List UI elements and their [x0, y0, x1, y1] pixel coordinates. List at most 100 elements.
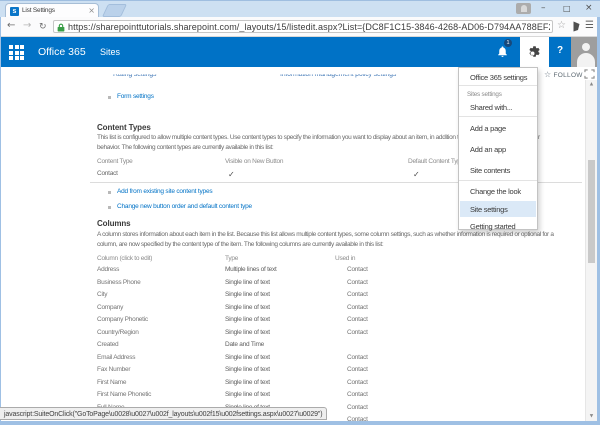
menu-item-add-an-app[interactable]: Add an app [470, 145, 506, 154]
avatar[interactable] [571, 37, 600, 67]
tab-close-icon[interactable]: × [88, 6, 95, 16]
page-scrollbar[interactable]: ▲ ▼ [585, 80, 597, 421]
table-row: CitySingle line of textContact [97, 291, 586, 302]
column-header: Visible on New Button [225, 158, 283, 165]
url-text: https://sharepointtutorials.sharepoint.c… [68, 22, 550, 32]
content-type-name[interactable]: Contact [97, 170, 118, 177]
content-types-heading: Content Types [97, 123, 151, 132]
column-header: Used in [335, 255, 355, 262]
change-new-button-order-link[interactable]: Change new button order and default cont… [117, 203, 252, 210]
bullet-icon [108, 96, 111, 99]
add-content-types-link[interactable]: Add from existing site content types [117, 188, 212, 195]
browser-window: s List Settings × – □ × ← → ↻ https://sh… [0, 0, 600, 425]
menu-item-getting-started[interactable]: Getting started [470, 222, 515, 231]
lock-icon [57, 23, 65, 32]
column-name-link[interactable]: Created [97, 341, 118, 348]
menu-item-office365-settings[interactable]: Office 365 settings [470, 73, 527, 82]
window-border [0, 421, 600, 425]
columns-header-row: Column (click to edit) Type Used in [97, 255, 586, 266]
menu-section-header: Sites settings [467, 91, 502, 98]
menu-divider [459, 85, 537, 86]
table-row: AddressMultiple lines of textContact [97, 266, 586, 277]
column-name-link[interactable]: Company Phonetic [97, 316, 148, 323]
content-types-description-line2: behavior. The following content types ar… [97, 144, 273, 151]
window-border [0, 17, 1, 425]
gear-icon [528, 45, 541, 58]
reload-icon[interactable]: ↻ [39, 21, 47, 33]
menu-item-add-a-page[interactable]: Add a page [470, 124, 506, 133]
browser-toolbar: ← → ↻ https://sharepointtutorials.sharep… [0, 17, 600, 37]
columns-description-line1: A column stores information about each i… [97, 231, 554, 238]
table-row: Company PhoneticSingle line of textConta… [97, 316, 586, 327]
column-name-link[interactable]: Email Address [97, 354, 135, 361]
table-row: Email AddressSingle line of textContact [97, 354, 586, 365]
menu-item-change-the-look[interactable]: Change the look [470, 187, 521, 196]
suite-bar: Office 365 Sites 1 ? [0, 37, 600, 67]
browser-tab[interactable]: s List Settings × [5, 3, 99, 18]
back-icon[interactable]: ← [7, 20, 15, 32]
scrollbar-thumb[interactable] [588, 160, 595, 263]
title-bar: s List Settings × – □ × [0, 0, 600, 17]
help-button[interactable]: ? [552, 45, 568, 56]
sites-nav-link[interactable]: Sites [100, 47, 120, 57]
column-name-link[interactable]: Country/Region [97, 329, 139, 336]
status-bar: javascript:SuiteOnClick("GoToPage\u0028\… [0, 407, 327, 420]
columns-heading: Columns [97, 219, 131, 228]
column-name-link[interactable]: Fax Number [97, 366, 130, 373]
bullet-icon [108, 206, 111, 209]
form-settings-link[interactable]: Form settings [117, 93, 154, 100]
menu-divider [459, 116, 537, 117]
chrome-profile-button[interactable] [516, 3, 531, 14]
column-name-link[interactable]: First Name Phonetic [97, 391, 151, 398]
column-name-link[interactable]: First Name [97, 379, 126, 386]
follow-star-icon: ☆ [544, 70, 551, 79]
address-bar[interactable]: https://sharepointtutorials.sharepoint.c… [53, 20, 553, 33]
table-row: Fax NumberSingle line of textContact [97, 366, 586, 377]
checkmark-icon: ✓ [228, 170, 234, 179]
extension-icon[interactable] [572, 21, 581, 32]
table-row: First NameSingle line of textContact [97, 379, 586, 390]
menu-divider [459, 180, 537, 181]
office365-brand-link[interactable]: Office 365 [38, 46, 86, 58]
new-tab-button[interactable] [102, 4, 127, 17]
focus-mode-icon[interactable] [584, 69, 595, 79]
tab-title: List Settings [22, 7, 55, 14]
scroll-down-icon[interactable]: ▼ [586, 414, 597, 419]
menu-item-site-contents[interactable]: Site contents [470, 166, 510, 175]
column-header: Content Type [97, 158, 133, 165]
menu-item-site-settings[interactable]: Site settings [470, 205, 508, 214]
person-icon [582, 43, 590, 51]
table-row: CompanySingle line of textContact [97, 304, 586, 315]
app-launcher-icon[interactable] [9, 45, 24, 60]
maximize-button[interactable]: □ [563, 2, 571, 15]
column-header: Type [225, 255, 238, 262]
column-header: Default Content Type [408, 158, 464, 165]
column-name-link[interactable]: City [97, 291, 107, 298]
table-row: CreatedDate and Time [97, 341, 586, 352]
table-row: First Name PhoneticSingle line of textCo… [97, 391, 586, 402]
column-name-link[interactable]: Business Phone [97, 279, 140, 286]
columns-description-line2: column, are now specified by the content… [97, 241, 383, 248]
close-button[interactable]: × [585, 2, 593, 15]
column-header: Column (click to edit) [97, 255, 152, 262]
bullet-icon [108, 191, 111, 194]
person-icon [521, 5, 527, 12]
info-mgmt-policy-settings-link[interactable]: Information management policy settings [280, 71, 396, 78]
table-row: Business PhoneSingle line of textContact [97, 279, 586, 290]
rating-settings-link[interactable]: Rating settings [113, 71, 156, 78]
bookmark-star-icon[interactable]: ☆ [557, 20, 566, 32]
column-name-link[interactable]: Company [97, 304, 123, 311]
notification-badge: 1 [504, 39, 512, 47]
minimize-button[interactable]: – [541, 2, 546, 15]
settings-gear-button[interactable] [520, 37, 549, 67]
settings-menu: Office 365 settings Sites settings Share… [458, 67, 538, 230]
column-name-link[interactable]: Address [97, 266, 119, 273]
table-row: Country/RegionSingle line of textContact [97, 329, 586, 340]
menu-item-shared-with[interactable]: Shared with... [470, 103, 512, 112]
chrome-menu-icon[interactable]: ☰ [585, 20, 594, 32]
follow-button[interactable]: ☆FOLLOW [544, 70, 583, 79]
sharepoint-favicon-icon: s [10, 7, 19, 16]
checkmark-icon: ✓ [413, 170, 419, 179]
scroll-up-icon[interactable]: ▲ [586, 82, 597, 87]
forward-icon[interactable]: → [23, 20, 31, 32]
